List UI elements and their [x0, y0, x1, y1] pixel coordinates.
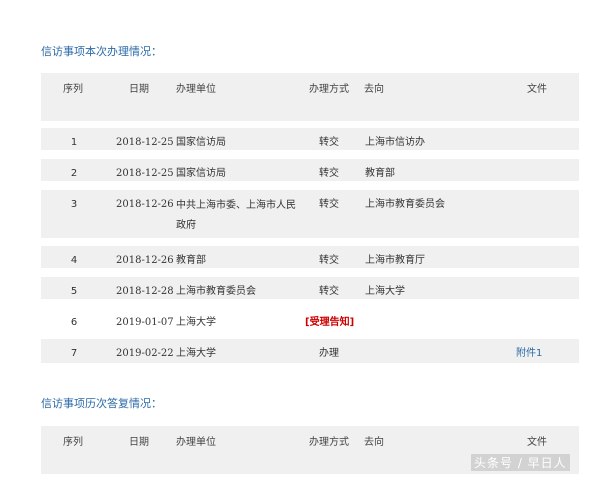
row-unit: 上海大学 — [176, 317, 216, 328]
watermark: 头条号 / 早日人 — [471, 454, 570, 471]
row-index: 7 — [70, 348, 78, 359]
row-dest: 上海市信访办 — [365, 137, 425, 148]
row-unit: 国家信访局 — [176, 168, 226, 179]
header-date: 日期 — [129, 84, 149, 95]
header-dest: 去向 — [364, 437, 384, 448]
row-method: 转交 — [319, 137, 339, 148]
row-date: 2018-12-26 — [116, 255, 174, 266]
row-method: 转交 — [319, 199, 339, 210]
section-title-current: 信访事项本次办理情况： — [41, 45, 162, 58]
table-header: 序列 日期 办理单位 办理方式 去向 文件 — [41, 73, 579, 121]
acceptance-notice-link[interactable]: [受理告知] — [305, 315, 354, 331]
row-unit: 上海市教育委员会 — [176, 286, 256, 297]
row-index: 4 — [70, 255, 78, 266]
row-unit: 教育部 — [176, 255, 206, 266]
table-row: 4 2018-12-26 教育部 转交 上海市教育厅 — [41, 246, 579, 268]
row-dest: 教育部 — [365, 168, 395, 179]
header-date: 日期 — [129, 437, 149, 448]
header-method: 办理方式 — [309, 84, 349, 95]
table-row: 1 2018-12-25 国家信访局 转交 上海市信访办 — [41, 128, 579, 150]
row-date: 2018-12-28 — [116, 286, 174, 297]
row-method: 转交 — [319, 168, 339, 179]
header-unit: 办理单位 — [176, 84, 216, 95]
row-date: 2019-01-07 — [116, 317, 174, 328]
section-title-history: 信访事项历次答复情况： — [41, 397, 162, 410]
table-row: 2 2018-12-25 国家信访局 转交 教育部 — [41, 159, 579, 181]
table-row: 3 2018-12-26 中共上海市委、上海市人民政府 转交 上海市教育委员会 — [41, 190, 579, 238]
header-dest: 去向 — [364, 84, 384, 95]
row-dest: 上海市教育厅 — [365, 255, 425, 266]
row-index: 2 — [70, 168, 78, 179]
header-index: 序列 — [63, 437, 83, 448]
table-row: 6 2019-01-07 上海大学 [受理告知] — [41, 308, 579, 330]
header-file: 文件 — [527, 84, 547, 95]
header-method: 办理方式 — [309, 437, 349, 448]
table-row: 7 2019-02-22 上海大学 办理 附件1 — [41, 339, 579, 363]
row-index: 1 — [70, 137, 78, 148]
table-row: 5 2018-12-28 上海市教育委员会 转交 上海大学 — [41, 277, 579, 299]
row-method: 转交 — [319, 255, 339, 266]
row-index: 5 — [70, 286, 78, 297]
attachment-link[interactable]: 附件1 — [516, 346, 542, 362]
row-date: 2018-12-25 — [116, 168, 174, 179]
row-unit: 国家信访局 — [176, 137, 226, 148]
row-dest: 上海大学 — [365, 286, 405, 297]
header-unit: 办理单位 — [176, 437, 216, 448]
header-index: 序列 — [63, 84, 83, 95]
row-method: 转交 — [319, 286, 339, 297]
row-dest: 上海市教育委员会 — [365, 199, 445, 210]
row-date: 2018-12-25 — [116, 137, 174, 148]
row-index: 3 — [70, 199, 78, 210]
row-date: 2018-12-26 — [116, 199, 174, 210]
row-date: 2019-02-22 — [116, 348, 174, 359]
row-unit: 中共上海市委、上海市人民政府 — [176, 200, 296, 231]
row-unit: 上海大学 — [176, 348, 216, 359]
row-index: 6 — [70, 317, 78, 328]
header-file: 文件 — [527, 437, 547, 448]
row-method: 办理 — [319, 348, 339, 359]
